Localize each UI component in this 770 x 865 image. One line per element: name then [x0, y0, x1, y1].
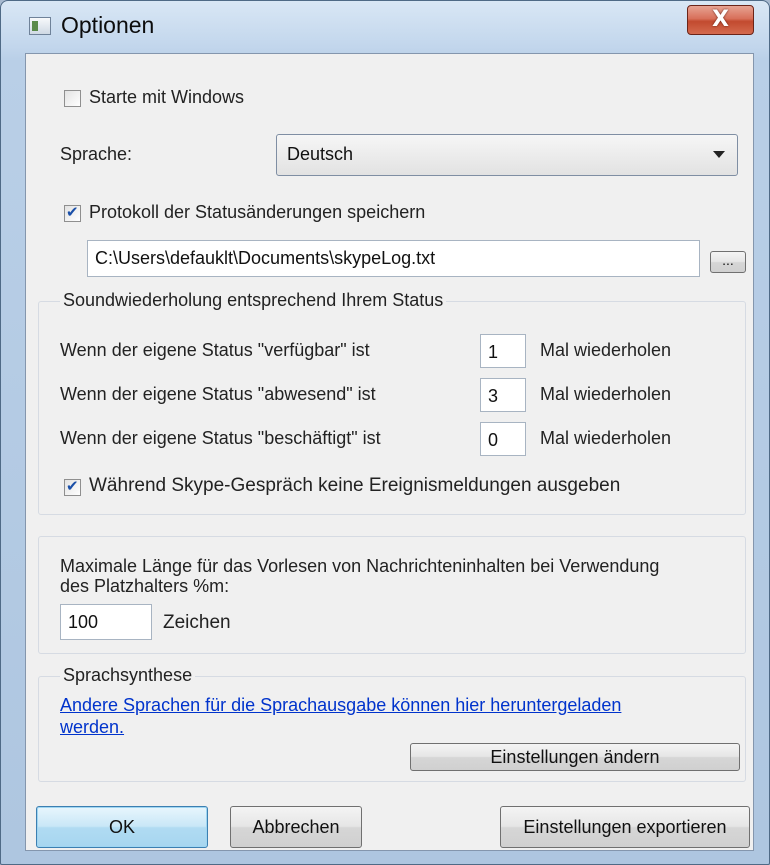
sound-row-label: Wenn der eigene Status "verfügbar" ist	[60, 340, 370, 360]
max-length-value: 100	[68, 612, 99, 632]
no-events-label[interactable]: Während Skype-Gespräch keine Ereignismel…	[89, 475, 620, 497]
close-button[interactable]: X	[687, 5, 754, 35]
max-length-text-line2: des Platzhalters %m:	[60, 576, 230, 596]
export-settings-button[interactable]: Einstellungen exportieren	[500, 806, 750, 848]
sound-row-label: Wenn der eigene Status "beschäftigt" ist	[60, 428, 381, 448]
app-icon	[29, 17, 51, 35]
no-events-checkbox[interactable]	[64, 477, 81, 496]
dialog-body: Starte mit Windows Sprache: Deutsch Prot…	[25, 53, 754, 851]
log-path-value: C:\Users\defauklt\Documents\skypeLog.txt	[95, 248, 436, 268]
sound-row-suffix: Mal wiederholen	[540, 340, 672, 360]
startup-label[interactable]: Starte mit Windows	[89, 87, 244, 108]
window-title: Optionen	[61, 12, 155, 38]
sound-repeat-input-away[interactable]: 3	[480, 378, 526, 412]
startup-checkbox[interactable]	[64, 90, 81, 107]
log-checkbox[interactable]	[64, 203, 81, 222]
language-selected-value: Deutsch	[287, 144, 354, 164]
log-label[interactable]: Protokoll der Statusänderungen speichern	[89, 202, 425, 223]
download-languages-link-line1[interactable]: Andere Sprachen für die Sprachausgabe kö…	[60, 694, 720, 716]
max-length-input[interactable]: 100	[60, 604, 152, 640]
ok-button[interactable]: OK	[36, 806, 208, 848]
sound-repeat-value: 1	[488, 342, 499, 362]
change-settings-label: Einstellungen ändern	[490, 747, 660, 767]
language-label: Sprache:	[60, 144, 133, 164]
ok-label: OK	[108, 817, 135, 837]
max-length-unit: Zeichen	[163, 612, 231, 633]
cancel-label: Abbrechen	[252, 817, 340, 837]
sound-repeat-input-available[interactable]: 1	[480, 334, 526, 368]
ellipsis-icon: ...	[722, 252, 734, 268]
title-bar[interactable]: Optionen X	[1, 1, 769, 53]
download-languages-link-line2[interactable]: werden.	[60, 716, 720, 738]
sound-repeat-value: 3	[488, 386, 499, 406]
language-select[interactable]: Deutsch	[276, 134, 738, 176]
change-settings-button[interactable]: Einstellungen ändern	[410, 743, 740, 771]
sound-row-suffix: Mal wiederholen	[540, 428, 672, 448]
log-path-input[interactable]: C:\Users\defauklt\Documents\skypeLog.txt	[87, 240, 700, 277]
sound-row-label: Wenn der eigene Status "abwesend" ist	[60, 384, 376, 404]
chevron-down-icon	[713, 151, 725, 158]
browse-button[interactable]: ...	[710, 251, 746, 273]
sound-repeat-input-busy[interactable]: 0	[480, 422, 526, 456]
export-settings-label: Einstellungen exportieren	[523, 817, 727, 837]
sound-repeat-value: 0	[488, 430, 499, 450]
max-length-text-line1: Maximale Länge für das Vorlesen von Nach…	[60, 556, 660, 576]
sound-row-suffix: Mal wiederholen	[540, 384, 672, 404]
cancel-button[interactable]: Abbrechen	[230, 806, 362, 848]
sound-group-title: Soundwiederholung entsprechend Ihrem Sta…	[60, 290, 447, 311]
options-dialog: Optionen X Starte mit Windows Sprache: D…	[0, 0, 770, 865]
close-icon: X	[712, 7, 729, 32]
download-languages-link[interactable]: Andere Sprachen für die Sprachausgabe kö…	[60, 694, 720, 738]
speech-synthesis-title: Sprachsynthese	[60, 665, 196, 686]
